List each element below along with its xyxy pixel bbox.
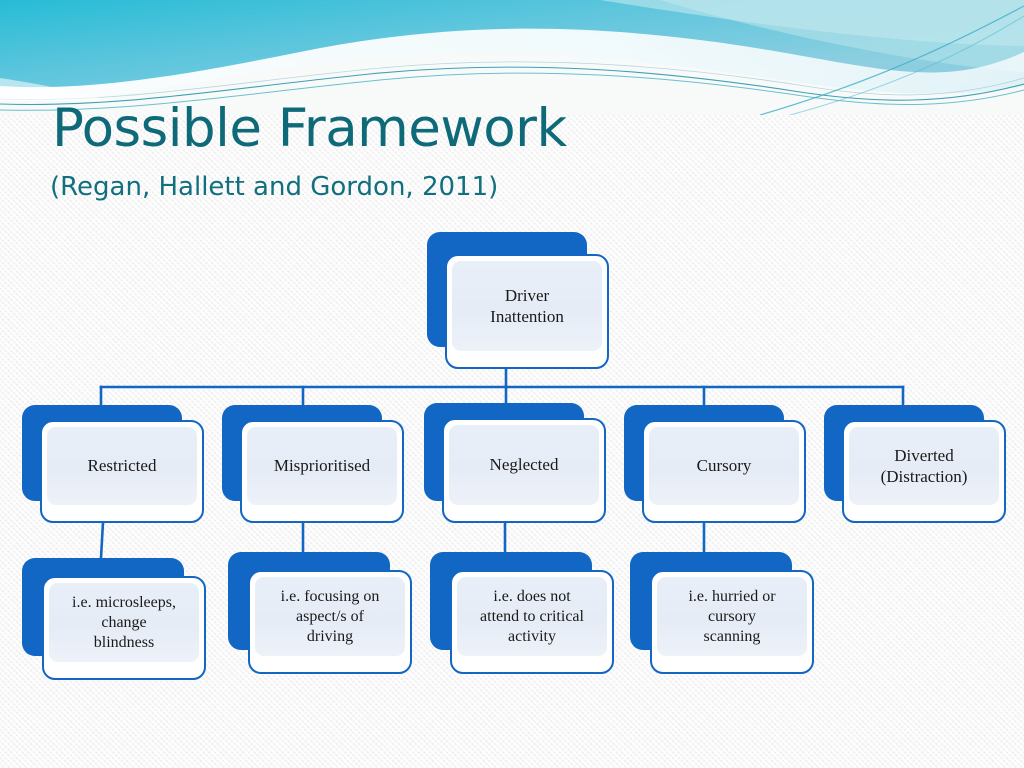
node-label: Misprioritised	[273, 456, 371, 476]
node-cursory[interactable]: Cursory	[624, 405, 806, 523]
node-inner-panel: Neglected	[449, 425, 599, 505]
node-driver-inattention[interactable]: Driver Inattention	[427, 232, 609, 369]
node-inner-panel: i.e. hurried or cursory scanning	[657, 577, 807, 656]
node-card: Restricted	[40, 420, 204, 523]
node-example-misprioritised[interactable]: i.e. focusing on aspect/s of driving	[228, 552, 414, 674]
node-inner-panel: Restricted	[47, 427, 197, 505]
org-chart: Driver Inattention Restricted Mispriorit…	[0, 0, 1024, 768]
node-inner-panel: Misprioritised	[247, 427, 397, 505]
node-card: Misprioritised	[240, 420, 404, 523]
node-label: Diverted (Distraction)	[880, 445, 968, 486]
node-label: Driver Inattention	[490, 285, 564, 326]
node-label: Restricted	[87, 456, 157, 476]
node-inner-panel: Driver Inattention	[452, 261, 602, 351]
node-label: Cursory	[696, 456, 752, 476]
node-inner-panel: i.e. focusing on aspect/s of driving	[255, 577, 405, 656]
node-inner-panel: Cursory	[649, 427, 799, 505]
node-label: Neglected	[489, 455, 559, 475]
node-card: Diverted (Distraction)	[842, 420, 1006, 523]
node-label: i.e. microsleeps, change blindness	[72, 593, 176, 651]
node-card: Neglected	[442, 418, 606, 523]
node-inner-panel: Diverted (Distraction)	[849, 427, 999, 505]
node-misprioritised[interactable]: Misprioritised	[222, 405, 404, 523]
node-diverted-distraction[interactable]: Diverted (Distraction)	[824, 405, 1006, 523]
node-card: i.e. microsleeps, change blindness	[42, 576, 206, 680]
node-label: i.e. focusing on aspect/s of driving	[280, 587, 380, 645]
node-example-cursory[interactable]: i.e. hurried or cursory scanning	[630, 552, 816, 674]
node-card: i.e. focusing on aspect/s of driving	[248, 570, 412, 674]
node-card: Driver Inattention	[445, 254, 609, 369]
node-label: i.e. hurried or cursory scanning	[688, 587, 776, 645]
node-example-restricted[interactable]: i.e. microsleeps, change blindness	[22, 558, 208, 680]
node-inner-panel: i.e. microsleeps, change blindness	[49, 583, 199, 662]
node-example-neglected[interactable]: i.e. does not attend to critical activit…	[430, 552, 616, 674]
slide-canvas: Possible Framework (Regan, Hallett and G…	[0, 0, 1024, 768]
node-card: Cursory	[642, 420, 806, 523]
node-card: i.e. does not attend to critical activit…	[450, 570, 614, 674]
node-card: i.e. hurried or cursory scanning	[650, 570, 814, 674]
connector-restricted-to-example	[99, 520, 105, 560]
node-label: i.e. does not attend to critical activit…	[480, 587, 584, 645]
node-inner-panel: i.e. does not attend to critical activit…	[457, 577, 607, 656]
node-restricted[interactable]: Restricted	[22, 405, 204, 523]
node-neglected[interactable]: Neglected	[424, 403, 606, 523]
